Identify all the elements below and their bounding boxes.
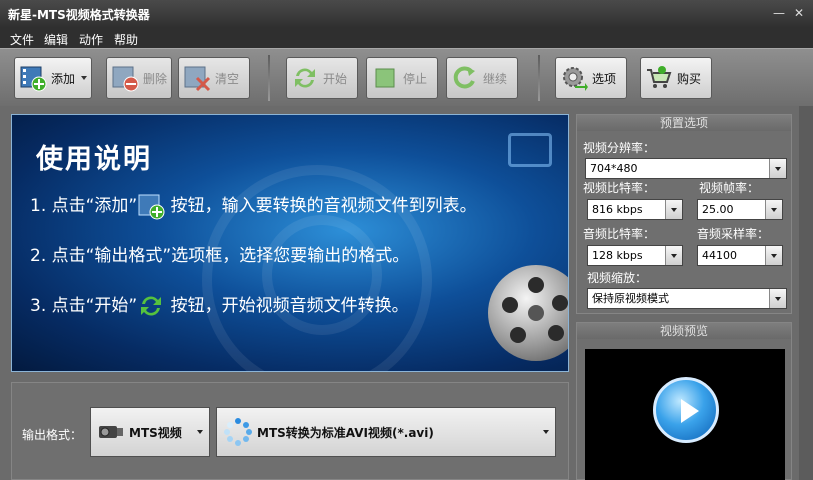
- buy-button[interactable]: 购买: [640, 57, 712, 99]
- toolbar-divider: [268, 55, 270, 101]
- play-icon: [681, 399, 699, 423]
- camcorder-icon: [99, 426, 123, 438]
- video-preview-title: 视频预览: [577, 323, 791, 339]
- scale-value: 保持原视频模式: [592, 292, 669, 305]
- resolution-select[interactable]: 704*480: [585, 158, 787, 179]
- stop-label: 停止: [403, 71, 428, 86]
- minimize-button[interactable]: —: [770, 4, 788, 22]
- delete-label: 删除: [143, 71, 168, 86]
- framerate-select[interactable]: 25.00: [697, 199, 783, 220]
- clear-list-icon: [184, 66, 211, 92]
- samplerate-value: 44100: [702, 249, 737, 262]
- video-preview-panel: 视频预览: [576, 322, 792, 480]
- preset-options-panel: 预置选项 视频分辨率： 704*480 视频比特率： 视频帧率： 816 kbp…: [576, 114, 792, 314]
- buy-label: 购买: [677, 71, 702, 86]
- scale-label: 视频缩放：: [587, 271, 648, 285]
- audio-bitrate-select[interactable]: 128 kbps: [587, 245, 683, 266]
- resolution-value: 704*480: [590, 162, 638, 175]
- add-button[interactable]: 添加: [14, 57, 92, 99]
- convert-arrows-icon: [141, 296, 162, 316]
- video-bitrate-label: 视频比特率：: [583, 181, 656, 195]
- play-button[interactable]: [653, 377, 719, 443]
- chevron-down-icon: [543, 430, 549, 434]
- chevron-down-icon[interactable]: [765, 200, 782, 219]
- output-format-label: 输出格式：: [22, 428, 83, 442]
- video-bitrate-select[interactable]: 816 kbps: [587, 199, 683, 220]
- start-label: 开始: [323, 71, 348, 86]
- menu-edit[interactable]: 编辑: [44, 31, 68, 48]
- loading-dots-icon: [224, 418, 252, 446]
- resume-button[interactable]: 继续: [446, 57, 518, 99]
- delete-button[interactable]: 删除: [106, 57, 172, 99]
- chevron-down-icon[interactable]: [765, 246, 782, 265]
- video-bitrate-value: 816 kbps: [592, 203, 643, 216]
- add-video-icon: [20, 66, 47, 92]
- chevron-down-icon[interactable]: [665, 200, 682, 219]
- menu-help[interactable]: 帮助: [114, 31, 138, 48]
- film-reel-icon: [488, 265, 568, 361]
- clear-label: 清空: [215, 71, 240, 86]
- options-button[interactable]: 选项: [555, 57, 627, 99]
- menu-bar: 文件 编辑 动作 帮助: [0, 28, 813, 48]
- clear-button[interactable]: 清空: [178, 57, 250, 99]
- start-button[interactable]: 开始: [286, 57, 358, 99]
- toolbar-divider: [538, 55, 540, 101]
- audio-bitrate-value: 128 kbps: [592, 249, 643, 262]
- delete-video-icon: [112, 66, 139, 92]
- close-button[interactable]: ✕: [790, 4, 808, 22]
- resume-icon: [453, 66, 475, 89]
- instruction-step-1: 1. 点击“添加” 按钮，输入要转换的音视频文件到列表。: [30, 191, 477, 220]
- framerate-label: 视频帧率：: [699, 181, 760, 195]
- video-preview-screen: [585, 349, 785, 480]
- film-icon: [508, 133, 552, 167]
- stop-icon: [375, 68, 395, 88]
- preset-options-title: 预置选项: [577, 115, 791, 131]
- gear-icon: [563, 67, 588, 91]
- window-title: 新星-MTS视频格式转换器: [8, 8, 150, 22]
- output-format-panel: 输出格式： MTS视频 MTS转换为标准AVI视频(*.avi): [11, 382, 569, 480]
- instruction-step-2: 2. 点击“输出格式”选项框，选择您要输出的格式。: [30, 246, 410, 266]
- format-category-select[interactable]: MTS视频: [90, 407, 210, 457]
- add-video-icon: [138, 194, 165, 220]
- output-profile-select[interactable]: MTS转换为标准AVI视频(*.avi): [216, 407, 556, 457]
- title-bar: 新星-MTS视频格式转换器 — ✕: [0, 0, 813, 28]
- output-profile-value: MTS转换为标准AVI视频(*.avi): [257, 425, 434, 440]
- chevron-down-icon[interactable]: [769, 159, 786, 178]
- chevron-down-icon[interactable]: [665, 246, 682, 265]
- instruction-step-3: 3. 点击“开始” 按钮，开始视频音频文件转换。: [30, 291, 409, 320]
- samplerate-label: 音频采样率：: [697, 227, 770, 241]
- toolbar: 添加 删除 清空 开始 停止 继续 选项 购买: [0, 48, 813, 106]
- menu-file[interactable]: 文件: [10, 31, 34, 48]
- shopping-cart-icon: [647, 66, 672, 88]
- chevron-down-icon: [197, 430, 203, 434]
- window-edge: [799, 106, 813, 480]
- stop-button[interactable]: 停止: [366, 57, 438, 99]
- framerate-value: 25.00: [702, 203, 734, 216]
- resume-label: 继续: [483, 71, 508, 86]
- samplerate-select[interactable]: 44100: [697, 245, 783, 266]
- options-label: 选项: [592, 71, 617, 86]
- chevron-down-icon[interactable]: [81, 76, 87, 80]
- menu-action[interactable]: 动作: [79, 31, 103, 48]
- instructions-banner: 使用说明 1. 点击“添加” 按钮，输入要转换的音视频文件到列表。 2. 点击“…: [11, 114, 569, 372]
- format-category-value: MTS视频: [129, 425, 182, 440]
- audio-bitrate-label: 音频比特率：: [583, 227, 656, 241]
- instructions-heading: 使用说明: [36, 144, 152, 175]
- scale-select[interactable]: 保持原视频模式: [587, 288, 787, 309]
- main-area: 使用说明 1. 点击“添加” 按钮，输入要转换的音视频文件到列表。 2. 点击“…: [0, 106, 813, 480]
- add-label: 添加: [51, 71, 76, 86]
- resolution-label: 视频分辨率：: [583, 141, 656, 155]
- chevron-down-icon[interactable]: [769, 289, 786, 308]
- convert-arrows-icon: [295, 68, 315, 88]
